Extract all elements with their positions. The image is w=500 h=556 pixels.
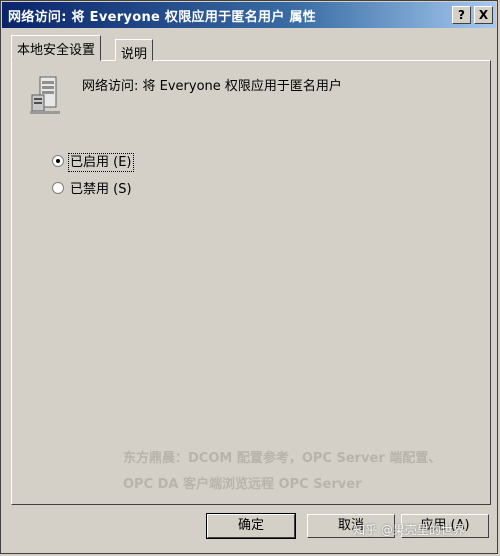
enabled-label[interactable]: 已启用 (E) bbox=[68, 153, 134, 172]
disabled-label[interactable]: 已禁用 (S) bbox=[70, 182, 132, 197]
disabled-radio[interactable] bbox=[52, 182, 64, 194]
watermark-line-2: OPC DA 客户端浏览远程 OPC Server bbox=[123, 477, 362, 492]
corner-watermark: 知乎 @果壳里的世界 bbox=[353, 523, 465, 537]
enabled-radio[interactable] bbox=[52, 155, 64, 167]
tab-local-security-setting[interactable]: 本地安全设置 bbox=[11, 35, 102, 61]
title-bar[interactable]: 网络访问: 将 Everyone 权限应用于匿名用户 属性 ? X bbox=[2, 2, 496, 28]
server-policy-icon bbox=[30, 76, 60, 114]
disabled-option[interactable]: 已禁用 (S) bbox=[52, 178, 132, 197]
tab-explain[interactable]: 说明 bbox=[115, 39, 154, 62]
help-button[interactable]: ? bbox=[452, 6, 471, 24]
properties-dialog: 网络访问: 将 Everyone 权限应用于匿名用户 属性 ? X 本地安全设置… bbox=[0, 0, 498, 554]
policy-title: 网络访问: 将 Everyone 权限应用于匿名用户 bbox=[82, 79, 342, 94]
watermark-line-1: 东方鼎晨：DCOM 配置参考，OPC Server 端配置、 bbox=[123, 451, 442, 466]
tab-panel: 网络访问: 将 Everyone 权限应用于匿名用户 已启用 (E) 已禁用 (… bbox=[11, 60, 491, 505]
ok-button[interactable]: 确定 bbox=[206, 513, 296, 539]
window-title: 网络访问: 将 Everyone 权限应用于匿名用户 属性 bbox=[8, 10, 317, 25]
close-button[interactable]: X bbox=[474, 6, 493, 24]
enabled-option[interactable]: 已启用 (E) bbox=[52, 151, 134, 172]
